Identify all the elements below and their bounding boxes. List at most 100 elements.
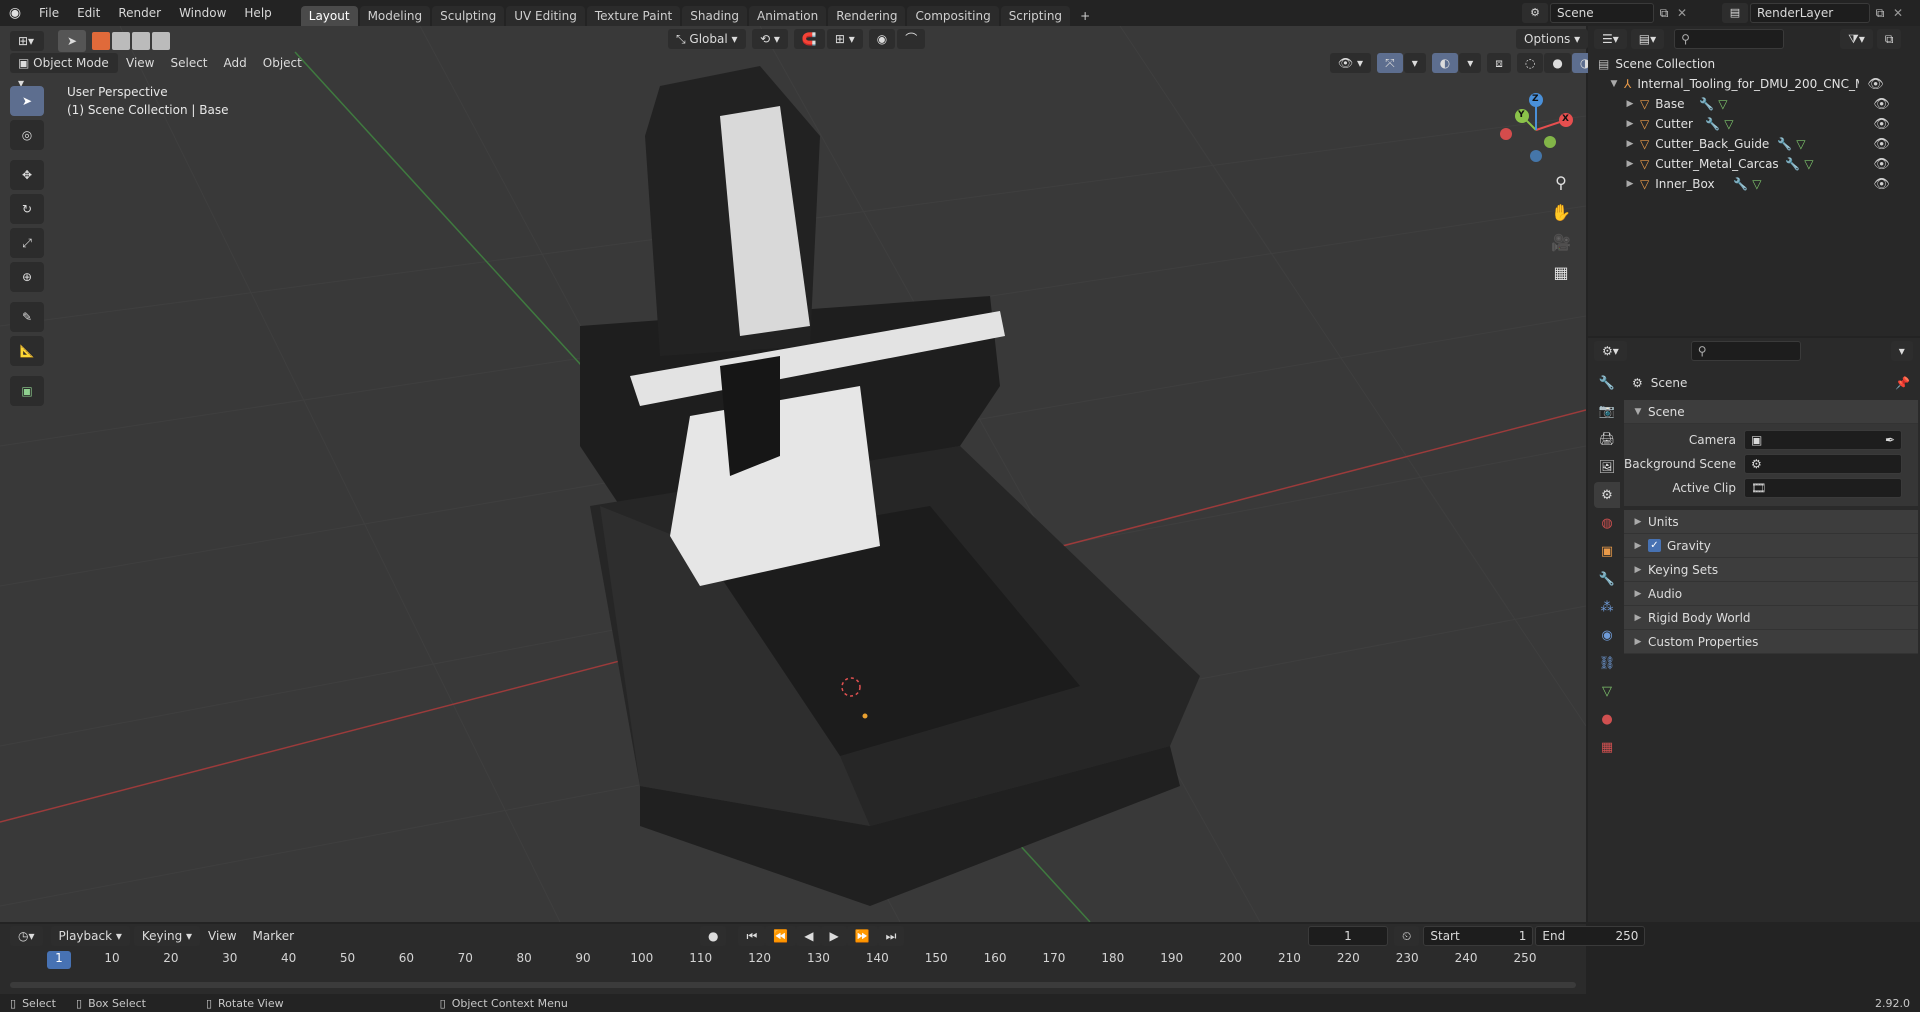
panel-audio[interactable]: ▶ Audio [1624, 582, 1918, 606]
constraints-tab-icon[interactable]: ⛓ [1594, 650, 1620, 676]
3d-viewport[interactable] [0, 26, 1586, 922]
tab-uv-editing[interactable]: UV Editing [506, 6, 585, 26]
outliner-editor-type-icon[interactable]: ☰▾ [1594, 29, 1627, 49]
properties-options-icon[interactable]: ▾ [1890, 341, 1913, 361]
mesh-data-icon[interactable]: ▽ [1718, 97, 1727, 111]
rotate-tool[interactable]: ↻ [10, 194, 44, 224]
scene-icon[interactable]: ⚙ [1522, 3, 1548, 23]
select-extend-icon[interactable] [112, 32, 130, 50]
tab-shading[interactable]: Shading [682, 6, 747, 26]
expand-right-icon[interactable]: ▶ [1624, 139, 1636, 149]
scale-tool[interactable]: ⤢ [10, 228, 44, 258]
panel-scene-header[interactable]: ▼ Scene [1624, 400, 1918, 424]
material-tab-icon[interactable]: ● [1594, 706, 1620, 732]
shading-solid-icon[interactable]: ● [1544, 53, 1571, 73]
outliner-filter-icon[interactable]: ⧩▾ [1840, 29, 1873, 49]
pivot-dropdown[interactable]: ⟲ ▾ [752, 29, 788, 49]
visibility-eye-icon[interactable]: 👁 [1867, 77, 1884, 92]
select-tool-icon[interactable]: ➤ [58, 30, 86, 52]
editor-type-button[interactable]: ⊞▾ [10, 31, 44, 51]
select-invert-icon[interactable] [152, 32, 170, 50]
pin-icon[interactable]: 📌 [1895, 376, 1910, 390]
render-tab-icon[interactable]: 📷 [1594, 398, 1620, 424]
object-data-tab-icon[interactable]: ▽ [1594, 678, 1620, 704]
tab-modeling[interactable]: Modeling [359, 6, 431, 26]
select-box-tool[interactable]: ➤ [10, 86, 44, 116]
tab-compositing[interactable]: Compositing [907, 6, 999, 26]
annotate-tool[interactable]: ✎ [10, 302, 44, 332]
select-subtract-icon[interactable] [132, 32, 150, 50]
outliner-object-row[interactable]: ▶ ▽ Cutter_Back_Guide 🔧 ▽ 👁 [1598, 134, 1920, 154]
camera-view-icon[interactable]: 🎥 [1547, 228, 1575, 256]
visibility-eye-icon[interactable]: 👁 [1873, 137, 1890, 152]
background-scene-field[interactable]: ⚙ [1744, 454, 1902, 474]
modifier-wrench-icon[interactable]: 🔧 [1705, 117, 1720, 131]
cursor-tool[interactable]: ◎ [10, 120, 44, 150]
properties-search-input[interactable]: ⚲ [1690, 341, 1801, 361]
render-layer-icon[interactable]: ▤ [1722, 3, 1748, 23]
active-clip-field[interactable]: 🎞 [1744, 478, 1902, 498]
tab-sculpting[interactable]: Sculpting [432, 6, 505, 26]
options-dropdown[interactable]: Options ▾ [1516, 29, 1589, 49]
new-scene-icon[interactable]: ⧉ [1654, 6, 1674, 21]
outliner-object-row[interactable]: ▶ ▽ Cutter_Metal_Carcas 🔧 ▽ 👁 [1598, 154, 1920, 174]
mesh-data-icon[interactable]: ▽ [1804, 157, 1813, 171]
outliner-object-row[interactable]: ▶ ▽ Base 🔧 ▽ 👁 [1598, 94, 1920, 114]
overlay-dropdown[interactable]: ▾ [1459, 53, 1482, 73]
mesh-data-icon[interactable]: ▽ [1796, 137, 1805, 151]
menu-edit[interactable]: Edit [68, 0, 109, 26]
tab-animation[interactable]: Animation [749, 6, 827, 26]
texture-tab-icon[interactable]: ▦ [1594, 734, 1620, 760]
visibility-eye-icon[interactable]: 👁 [1873, 97, 1890, 112]
mesh-data-icon[interactable]: ▽ [1752, 177, 1761, 191]
world-tab-icon[interactable]: ◍ [1594, 510, 1620, 536]
modifier-wrench-icon[interactable]: 🔧 [1699, 97, 1714, 111]
proportional-falloff-dropdown[interactable]: ⌒ [897, 29, 926, 49]
proportional-edit-toggle[interactable]: ◉ [868, 29, 896, 49]
tab-texture-paint[interactable]: Texture Paint [586, 6, 681, 26]
modifier-wrench-icon[interactable]: 🔧 [1733, 177, 1748, 191]
timeline-scrollbar[interactable] [10, 982, 1576, 988]
menu-window[interactable]: Window [170, 0, 235, 26]
tool-tab-icon[interactable]: 🔧 [1594, 370, 1620, 396]
tab-layout[interactable]: Layout [300, 6, 358, 26]
object-tab-icon[interactable]: ▣ [1594, 538, 1620, 564]
expand-right-icon[interactable]: ▶ [1624, 159, 1636, 169]
tab-rendering[interactable]: Rendering [828, 6, 906, 26]
add-cube-tool[interactable]: ▣ [10, 376, 44, 406]
properties-editor-type-icon[interactable]: ⚙▾ [1594, 341, 1627, 361]
overlay-toggle[interactable]: ◐ [1431, 53, 1459, 73]
perspective-grid-icon[interactable]: ▦ [1547, 258, 1575, 286]
outliner-object-row[interactable]: ▶ ▽ Cutter 🔧 ▽ 👁 [1598, 114, 1920, 134]
move-tool[interactable]: ✥ [10, 160, 44, 190]
menu-help[interactable]: Help [235, 0, 280, 26]
render-layer-field[interactable]: RenderLayer [1750, 3, 1870, 23]
panel-keying-sets[interactable]: ▶ Keying Sets [1624, 558, 1918, 582]
outliner-object-row[interactable]: ▶ ▽ Inner_Box 🔧 ▽ 👁 [1598, 174, 1920, 194]
new-render-layer-icon[interactable]: ⧉ [1870, 6, 1890, 21]
gizmo-dropdown[interactable]: ▾ [1403, 53, 1426, 73]
object-mode-dropdown[interactable]: ▣ Object Mode ▾ [10, 53, 118, 90]
scene-field[interactable]: Scene [1550, 3, 1654, 23]
measure-tool[interactable]: 📐 [10, 336, 44, 366]
expand-right-icon[interactable]: ▶ [1624, 119, 1636, 129]
snap-target-dropdown[interactable]: ⊞ ▾ [826, 29, 863, 49]
menu-object[interactable]: Object [255, 56, 310, 70]
expand-down-icon[interactable]: ▼ [1608, 79, 1620, 89]
gravity-checkbox[interactable]: ✓ [1648, 539, 1661, 552]
camera-field[interactable]: ▣ ✒ [1744, 430, 1902, 450]
navigation-gizmo[interactable]: X Y Z [1500, 90, 1580, 170]
xray-toggle[interactable]: ⧈ [1487, 53, 1511, 73]
output-tab-icon[interactable]: 🖨 [1594, 426, 1620, 452]
menu-render[interactable]: Render [109, 0, 170, 26]
pan-hand-icon[interactable]: ✋ [1547, 198, 1575, 226]
panel-custom-properties[interactable]: ▶ Custom Properties [1624, 630, 1918, 654]
zoom-icon[interactable]: ⚲ [1547, 168, 1575, 196]
menu-view[interactable]: View [118, 56, 162, 70]
orientation-dropdown[interactable]: ⤡ Global ▾ [668, 29, 746, 49]
remove-render-layer-icon[interactable]: ✕ [1890, 6, 1906, 20]
remove-scene-icon[interactable]: ✕ [1674, 6, 1690, 20]
snap-toggle[interactable]: 🧲 [793, 29, 825, 49]
modifier-tab-icon[interactable]: 🔧 [1594, 566, 1620, 592]
tab-scripting[interactable]: Scripting [1000, 6, 1071, 26]
